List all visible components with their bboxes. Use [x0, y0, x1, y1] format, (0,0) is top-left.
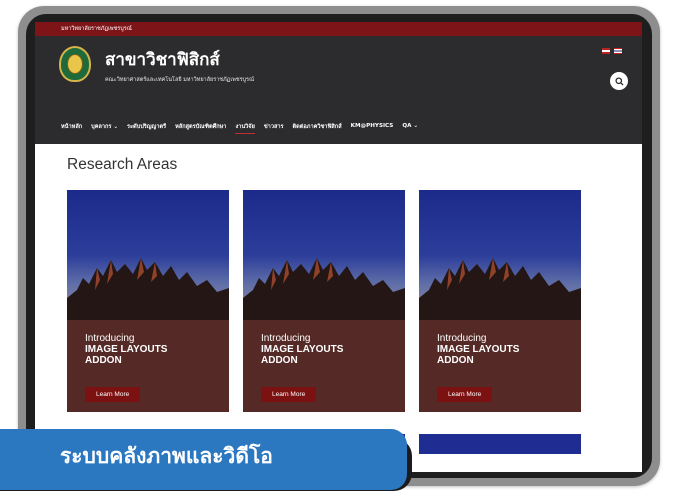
card-heading: IMAGE LAYOUTS — [437, 344, 520, 355]
nav-item-bachelor[interactable]: ระดับปริญญาตรี — [127, 123, 166, 134]
search-icon — [614, 76, 624, 86]
learn-more-button[interactable]: Learn More — [261, 387, 317, 402]
card-body: Introducing IMAGE LAYOUTS ADDON Learn Mo… — [419, 320, 581, 412]
research-card[interactable]: Introducing IMAGE LAYOUTS ADDON Learn Mo… — [67, 190, 229, 412]
university-top-bar: มหาวิทยาลัยราชภัฏเพชรบูรณ์ — [35, 22, 642, 36]
research-card[interactable]: Introducing IMAGE LAYOUTS ADDON Learn Mo… — [243, 190, 405, 412]
main-navigation: หน้าหลัก บุคลากร ⌄ ระดับปริญญาตรี หลักสู… — [61, 123, 418, 134]
flag-en-icon[interactable] — [602, 48, 610, 54]
mountain-image — [419, 190, 581, 320]
nav-item-contact[interactable]: ติดต่อภาควิชาฟิสิกส์ — [293, 123, 342, 134]
research-card-partial[interactable] — [419, 434, 581, 454]
card-intro: Introducing — [261, 333, 311, 344]
learn-more-button[interactable]: Learn More — [437, 387, 493, 402]
card-heading: IMAGE LAYOUTS — [261, 344, 344, 355]
site-title[interactable]: สาขาวิชาฟิสิกส์ — [105, 46, 220, 73]
nav-item-km-physics[interactable]: KM@PHYSICS — [351, 123, 394, 134]
card-body: Introducing IMAGE LAYOUTS ADDON Learn Mo… — [67, 320, 229, 412]
mountain-silhouette — [419, 258, 581, 320]
research-card[interactable]: Introducing IMAGE LAYOUTS ADDON Learn Mo… — [419, 190, 581, 412]
nav-item-qa[interactable]: QA ⌄ — [402, 123, 418, 134]
caption-text: ระบบคลังภาพและวิดีโอ — [60, 444, 273, 468]
card-intro: Introducing — [437, 333, 487, 344]
card-heading-2: ADDON — [261, 355, 298, 366]
nav-item-graduate[interactable]: หลักสูตรบัณฑิตศึกษา — [175, 123, 226, 134]
site-header: สาขาวิชาฟิสิกส์ คณะวิทยาศาสตร์และเทคโนโล… — [35, 36, 642, 144]
card-intro: Introducing — [85, 333, 135, 344]
nav-item-home[interactable]: หน้าหลัก — [61, 123, 82, 134]
card-heading-2: ADDON — [85, 355, 122, 366]
university-name: มหาวิทยาลัยราชภัฏเพชรบูรณ์ — [61, 26, 132, 32]
mountain-silhouette — [243, 258, 405, 320]
site-subtitle: คณะวิทยาศาสตร์และเทคโนโลยี มหาวิทยาลัยรา… — [105, 77, 255, 83]
flag-th-icon[interactable] — [614, 48, 622, 54]
card-heading: IMAGE LAYOUTS — [85, 344, 168, 355]
learn-more-button[interactable]: Learn More — [85, 387, 141, 402]
language-switcher — [602, 48, 622, 54]
mountain-image — [243, 190, 405, 320]
card-heading-2: ADDON — [437, 355, 474, 366]
nav-item-news[interactable]: ข่าวสาร — [264, 123, 284, 134]
university-logo-icon[interactable] — [59, 46, 91, 82]
nav-item-research[interactable]: งานวิจัย — [235, 123, 255, 134]
search-button[interactable] — [610, 72, 628, 90]
mountain-silhouette — [67, 258, 229, 320]
mountain-image — [67, 190, 229, 320]
logo-emblem — [67, 54, 83, 74]
card-body: Introducing IMAGE LAYOUTS ADDON Learn Mo… — [243, 320, 405, 412]
nav-item-staff[interactable]: บุคลากร ⌄ — [91, 123, 118, 134]
page-title: Research Areas — [67, 156, 178, 173]
